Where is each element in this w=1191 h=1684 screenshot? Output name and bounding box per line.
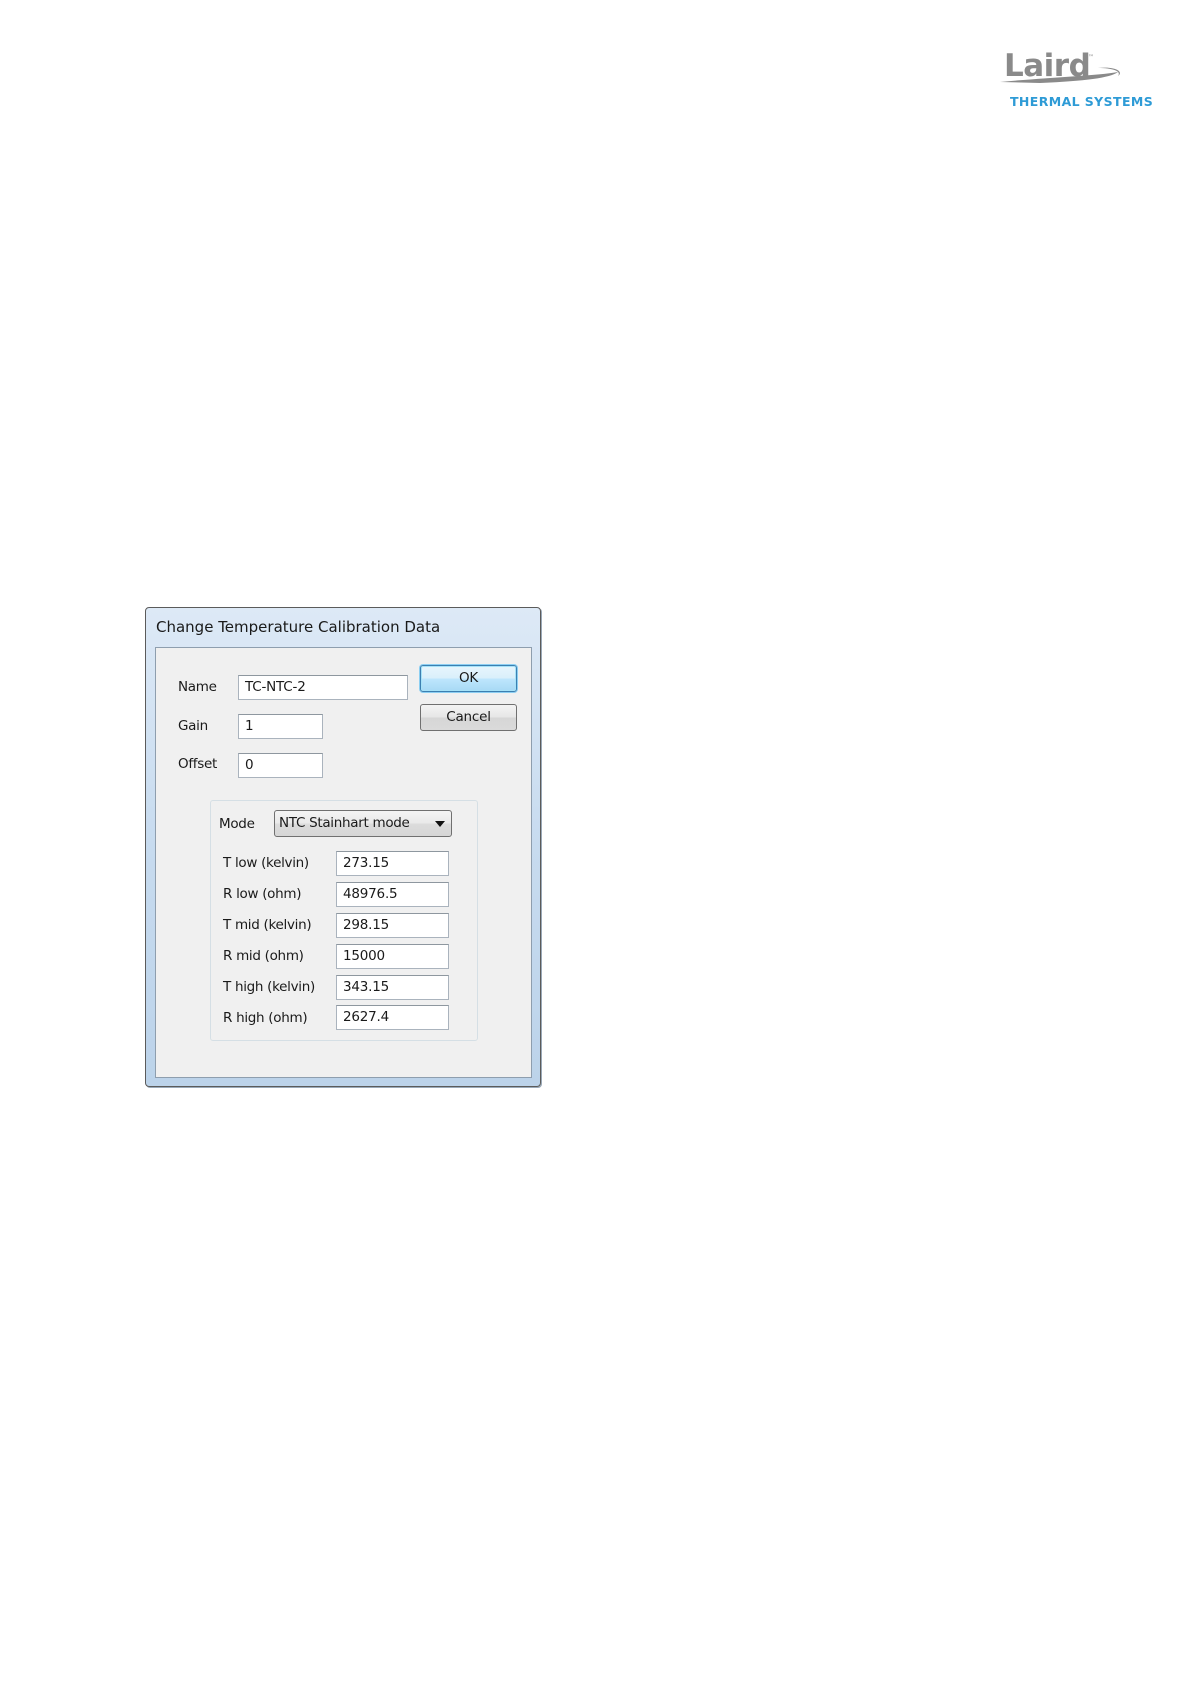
calibration-group: Mode NTC Stainhart mode T low (kelvin) 2… xyxy=(210,800,478,1041)
logo-subtitle: THERMAL SYSTEMS xyxy=(1010,94,1154,109)
chevron-down-icon xyxy=(435,821,445,827)
mode-select-value: NTC Stainhart mode xyxy=(279,815,410,831)
r-mid-field[interactable]: 15000 xyxy=(336,944,449,969)
dialog-title: Change Temperature Calibration Data xyxy=(156,618,441,636)
cancel-button[interactable]: Cancel xyxy=(420,704,517,731)
ok-button[interactable]: OK xyxy=(420,665,517,692)
name-field[interactable]: TC-NTC-2 xyxy=(238,675,408,700)
r-high-label: R high (ohm) xyxy=(223,1010,308,1026)
dialog-client-area: Name TC-NTC-2 Gain 1 Offset 0 OK Cancel … xyxy=(155,647,532,1078)
name-label: Name xyxy=(178,679,217,695)
logo-brand-text: Laird xyxy=(1004,48,1091,84)
offset-label: Offset xyxy=(178,756,217,772)
gain-label: Gain xyxy=(178,718,208,734)
offset-field[interactable]: 0 xyxy=(238,753,323,778)
laird-logo: Laird ™ THERMAL SYSTEMS xyxy=(1000,48,1154,110)
r-low-field[interactable]: 48976.5 xyxy=(336,882,449,907)
logo-trademark: ™ xyxy=(1088,54,1094,61)
t-mid-field[interactable]: 298.15 xyxy=(336,913,449,938)
mode-label: Mode xyxy=(219,816,255,832)
calibration-dialog: Change Temperature Calibration Data Name… xyxy=(145,607,541,1087)
t-mid-label: T mid (kelvin) xyxy=(223,917,312,933)
t-low-label: T low (kelvin) xyxy=(223,855,309,871)
t-high-field[interactable]: 343.15 xyxy=(336,975,449,1000)
t-high-label: T high (kelvin) xyxy=(223,979,315,995)
r-high-field[interactable]: 2627.4 xyxy=(336,1005,449,1030)
mode-select[interactable]: NTC Stainhart mode xyxy=(274,810,452,837)
r-mid-label: R mid (ohm) xyxy=(223,948,304,964)
gain-field[interactable]: 1 xyxy=(238,714,323,739)
t-low-field[interactable]: 273.15 xyxy=(336,851,449,876)
r-low-label: R low (ohm) xyxy=(223,886,302,902)
